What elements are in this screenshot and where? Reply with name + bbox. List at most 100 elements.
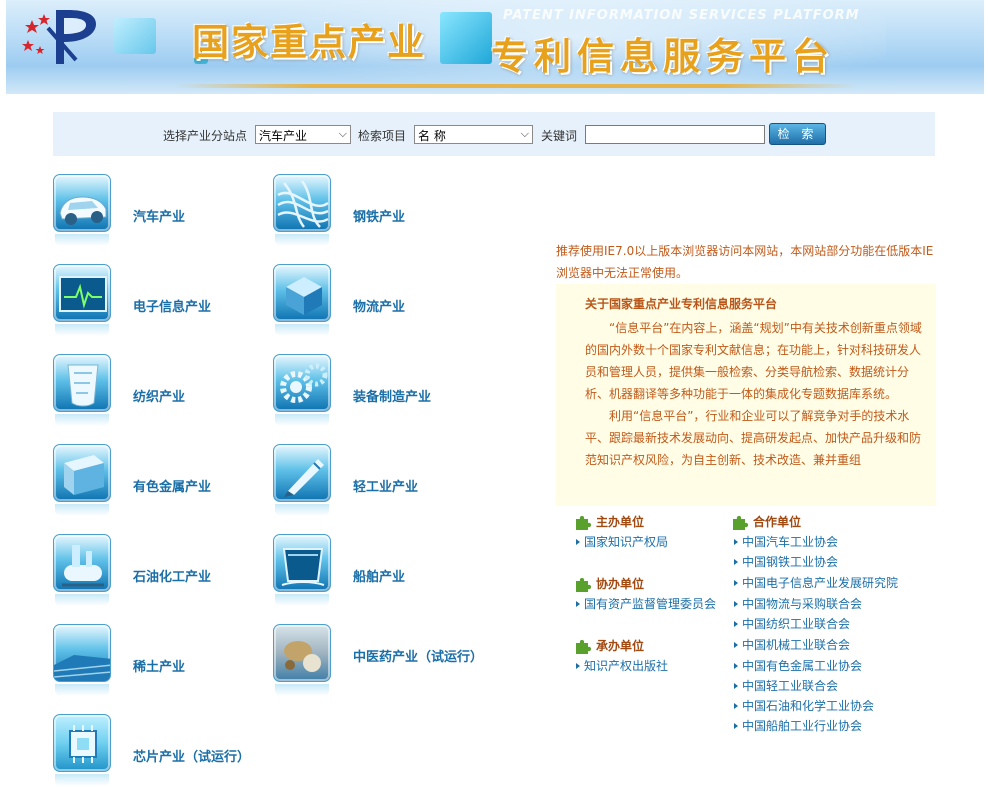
industry-label: 轻工业产业	[353, 480, 419, 495]
host-unit-link[interactable]: 国家知识产权局	[576, 533, 668, 551]
browser-notice: 推荐使用IE7.0以上版本浏览器访问本网站，本网站部分功能在低版本IE浏览器中无…	[556, 244, 934, 280]
icon-reflection	[275, 414, 329, 426]
partner-link[interactable]: 中国纺织工业联合会	[734, 615, 850, 633]
banner-decor-square	[114, 18, 156, 54]
industry-item-rare-earth[interactable]: 稀土产业	[53, 624, 263, 704]
industry-label: 有色金属产业	[133, 480, 212, 495]
undertake-unit-link[interactable]: 知识产权出版社	[576, 657, 668, 675]
industry-item-logistics[interactable]: 物流产业	[273, 264, 483, 344]
industry-item-medicine[interactable]: 中医药产业（试运行）	[273, 624, 483, 704]
industry-item-petrochemical[interactable]: 石油化工产业	[53, 534, 263, 614]
search-item-label: 检索项目	[358, 129, 407, 143]
industry-label: 纺织产业	[133, 390, 186, 405]
icon-reflection	[55, 414, 109, 426]
search-bar: 选择产业分站点 汽车产业 ⌵ 检索项目 名 称 ⌵ 关键词 检 索	[53, 112, 935, 156]
site-select-label: 选择产业分站点	[163, 129, 248, 143]
partner-link[interactable]: 中国汽车工业协会	[734, 533, 838, 551]
industry-item-equipment[interactable]: 装备制造产业	[273, 354, 483, 434]
about-title: 关于国家重点产业专利信息服务平台	[585, 297, 778, 311]
industry-label: 稀土产业	[133, 660, 186, 675]
icon-reflection	[55, 594, 109, 606]
industry-label: 石油化工产业	[133, 570, 212, 585]
puzzle-icon	[733, 515, 749, 530]
banner-title-right: 专利信息服务平台	[491, 34, 835, 78]
about-panel: 关于国家重点产业专利信息服务平台 “信息平台”在内容上，涵盖“规划”中有关技术创…	[556, 284, 936, 506]
industry-site-value: 汽车产业	[259, 129, 308, 143]
about-paragraph: 利用“信息平台”，行业和企业可以了解竞争对手的技术水平、跟踪最新技术发展动向、提…	[585, 409, 922, 467]
host-unit-title: 主办单位	[596, 515, 645, 529]
industry-label: 物流产业	[353, 300, 406, 315]
partner-link[interactable]: 中国机械工业联合会	[734, 636, 850, 654]
industry-item-nonferrous[interactable]: 有色金属产业	[53, 444, 263, 524]
icon-reflection	[275, 324, 329, 336]
industry-item-textile[interactable]: 纺织产业	[53, 354, 263, 434]
about-body: “信息平台”在内容上，涵盖“规划”中有关技术创新重点领域的国内外数十个国家专利文…	[585, 317, 929, 471]
industry-item-steel[interactable]: 钢铁产业	[273, 174, 483, 254]
about-paragraph: “信息平台”在内容上，涵盖“规划”中有关技术创新重点领域的国内外数十个国家专利文…	[585, 321, 922, 401]
industry-site-select[interactable]: 汽车产业 ⌵	[255, 125, 351, 144]
banner-decor-square	[440, 12, 492, 64]
puzzle-icon	[576, 577, 592, 592]
keyword-label: 关键词	[541, 129, 578, 143]
icon-reflection	[275, 504, 329, 516]
search-button[interactable]: 检 索	[769, 123, 826, 145]
partner-link[interactable]: 中国船舶工业行业协会	[734, 717, 862, 735]
partner-link[interactable]: 中国电子信息产业发展研究院	[734, 574, 898, 592]
chip-icon	[53, 714, 111, 772]
gears-icon	[273, 354, 331, 412]
search-item-value: 名 称	[418, 129, 446, 143]
search-item-select[interactable]: 名 称 ⌵	[414, 125, 533, 144]
icon-reflection	[55, 504, 109, 516]
partner-link[interactable]: 中国钢铁工业协会	[734, 553, 838, 571]
co-unit-link[interactable]: 国有资产监督管理委员会	[576, 595, 716, 613]
icon-reflection	[275, 684, 329, 696]
banner-title-left: 国家重点产业	[192, 20, 426, 64]
host-unit-heading: 主办单位	[574, 513, 644, 531]
petrochemical-icon	[53, 534, 111, 592]
car-icon	[53, 174, 111, 232]
undertake-unit-title: 承办单位	[596, 639, 645, 653]
site-logo[interactable]	[18, 6, 100, 68]
undertake-unit-heading: 承办单位	[574, 637, 644, 655]
steel-icon	[273, 174, 331, 232]
industry-label: 船舶产业	[353, 570, 406, 585]
industry-label: 装备制造产业	[353, 390, 432, 405]
banner-gold-line	[176, 84, 856, 88]
partner-link[interactable]: 中国石油和化学工业协会	[734, 697, 874, 715]
industry-label: 钢铁产业	[353, 210, 406, 225]
icon-reflection	[275, 234, 329, 246]
header-banner: 国家重点产业 PATENT INFORMATION SERVICES PLATF…	[6, 0, 984, 94]
partner-unit-title: 合作单位	[753, 515, 802, 529]
keyword-input[interactable]	[585, 125, 765, 144]
industry-item-electronics[interactable]: 电子信息产业	[53, 264, 263, 344]
co-unit-title: 协办单位	[596, 577, 645, 591]
partner-unit-heading: 合作单位	[731, 513, 801, 531]
chevron-down-icon: ⌵	[338, 127, 347, 140]
puzzle-icon	[576, 515, 592, 530]
puzzle-icon	[576, 639, 592, 654]
industry-item-auto[interactable]: 汽车产业	[53, 174, 263, 254]
partner-link[interactable]: 中国轻工业联合会	[734, 677, 838, 695]
industry-label: 中医药产业（试运行）	[353, 650, 484, 665]
logistics-icon	[273, 264, 331, 322]
industry-label: 芯片产业（试运行）	[133, 750, 251, 765]
industry-item-ship[interactable]: 船舶产业	[273, 534, 483, 614]
icon-reflection	[55, 234, 109, 246]
icon-reflection	[55, 684, 109, 696]
partner-link[interactable]: 中国物流与采购联合会	[734, 595, 862, 613]
electronics-icon	[53, 264, 111, 322]
ship-icon	[273, 534, 331, 592]
industry-label: 电子信息产业	[133, 300, 212, 315]
metal-icon	[53, 444, 111, 502]
industry-item-chip[interactable]: 芯片产业（试运行）	[53, 714, 263, 787]
banner-title-english: PATENT INFORMATION SERVICES PLATFORM	[503, 8, 860, 23]
pen-icon	[273, 444, 331, 502]
medicine-icon	[273, 624, 331, 682]
industry-item-light[interactable]: 轻工业产业	[273, 444, 483, 524]
icon-reflection	[275, 594, 329, 606]
textile-icon	[53, 354, 111, 412]
icon-reflection	[55, 774, 109, 786]
chevron-down-icon: ⌵	[520, 127, 529, 140]
industry-label: 汽车产业	[133, 210, 186, 225]
partner-link[interactable]: 中国有色金属工业协会	[734, 657, 862, 675]
